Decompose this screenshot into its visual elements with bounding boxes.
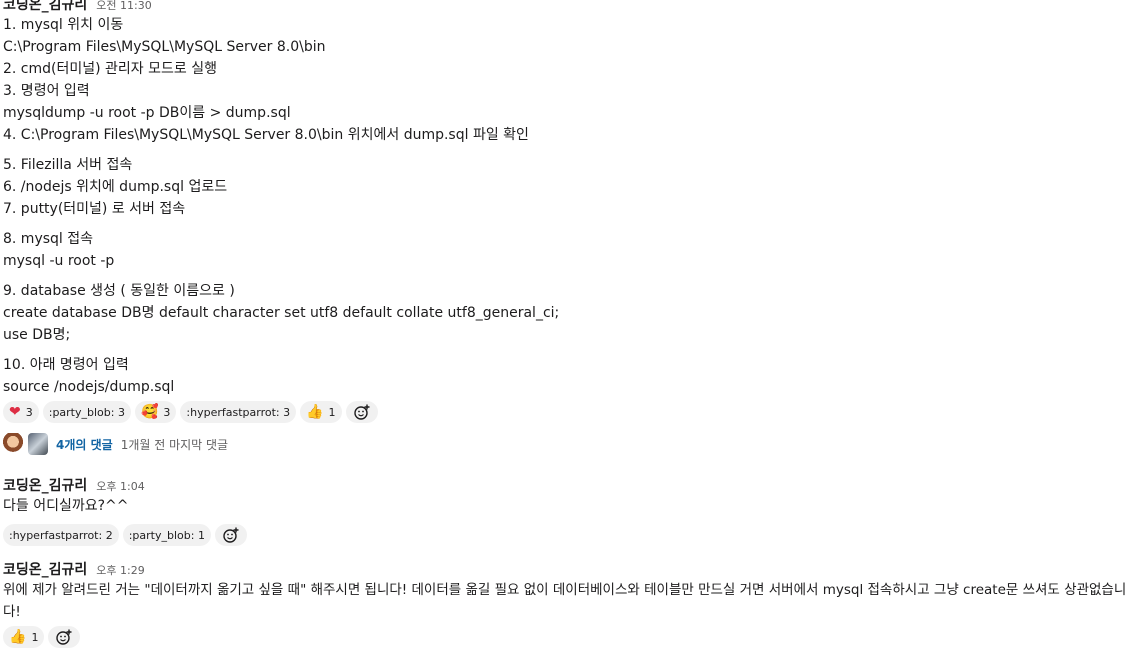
message-line: use DB명; (3, 327, 71, 343)
reaction-count: 1 (197, 528, 205, 542)
reaction-hyperfastparrot[interactable]: :hyperfastparrot: 3 (180, 401, 297, 423)
message-line: 9. database 생성 ( 동일한 이름으로 ) (3, 283, 235, 299)
message-text: 다들 어디실까요?^^ (3, 498, 129, 514)
message-header: 코딩온_김규리 오후 1:29 (3, 559, 1142, 579)
message-line: 1. mysql 위치 이동 (3, 17, 124, 33)
reaction-thumbs-up[interactable]: 👍 1 (3, 626, 45, 648)
reaction-count: 1 (328, 405, 336, 419)
heart-emoji: ❤ (9, 404, 21, 420)
add-emoji-icon (56, 629, 72, 645)
message-text: 위에 제가 알려드린 거는 "데이터까지 옮기고 싶을 때" 해주시면 됩니다!… (3, 582, 1127, 620)
message-line: 8. mysql 접속 (3, 231, 94, 247)
reaction-party-blob[interactable]: :party_blob: 3 (42, 401, 131, 423)
author-name[interactable]: 코딩온_김규리 (3, 475, 87, 495)
message-line: 7. putty(터미널) 로 서버 접속 (3, 201, 186, 217)
reaction-bar: 👍 1 (3, 626, 1142, 648)
message-line: mysql -u root -p (3, 253, 115, 269)
message-line: 5. Filezilla 서버 접속 (3, 157, 133, 173)
message-line: mysqldump -u root -p DB이름 > dump.sql (3, 105, 291, 121)
message-2: 코딩온_김규리 오후 1:04 다들 어디실까요?^^ :hyperfastpa… (3, 475, 1142, 546)
thread-replies-link[interactable]: 4개의 댓글 (56, 436, 113, 453)
reaction-count: 3 (25, 405, 33, 419)
thumbs-up-emoji: 👍 (306, 404, 324, 420)
message-header: 코딩온_김규리 오후 1:04 (3, 475, 1142, 495)
reaction-bar: ❤ 3 :party_blob: 3 🥰 3 :hyperfastparrot:… (3, 401, 1142, 423)
add-reaction-button[interactable] (48, 626, 81, 648)
reaction-label: :hyperfastparrot: (9, 528, 103, 542)
add-reaction-button[interactable] (214, 524, 247, 546)
reaction-count: 2 (105, 528, 113, 542)
author-name[interactable]: 코딩온_김규리 (3, 559, 87, 579)
thread-summary[interactable]: 4개의 댓글 1개월 전 마지막 댓글 (3, 431, 1142, 457)
message-header: 코딩온_김규리 오전 11:30 (3, 0, 1142, 14)
reaction-count: 3 (163, 405, 171, 419)
add-reaction-button[interactable] (345, 401, 378, 423)
author-name[interactable]: 코딩온_김규리 (3, 0, 87, 14)
reaction-count: 3 (283, 405, 291, 419)
reaction-smiling-face-hearts[interactable]: 🥰 3 (134, 401, 177, 423)
timestamp[interactable]: 오후 1:29 (96, 562, 144, 578)
thumbs-up-emoji: 👍 (9, 629, 27, 645)
avatar (28, 433, 48, 455)
thread-last-reply: 1개월 전 마지막 댓글 (120, 437, 229, 452)
timestamp[interactable]: 오후 1:04 (96, 478, 144, 494)
message-line: 4. C:\Program Files\MySQL\MySQL Server 8… (3, 127, 529, 143)
message-line: source /nodejs/dump.sql (3, 379, 175, 395)
avatar (3, 433, 23, 455)
message-3: 코딩온_김규리 오후 1:29 위에 제가 알려드린 거는 "데이터까지 옮기고… (3, 559, 1142, 648)
reaction-label: :hyperfastparrot: (186, 405, 280, 419)
reaction-label: :party_blob: (128, 528, 195, 542)
message-line: 10. 아래 명령어 입력 (3, 357, 129, 373)
timestamp[interactable]: 오전 11:30 (96, 0, 151, 13)
reaction-party-blob[interactable]: :party_blob: 1 (122, 524, 211, 546)
reaction-count: 1 (31, 630, 39, 644)
message-line: 6. /nodejs 위치에 dump.sql 업로드 (3, 179, 228, 195)
reaction-hyperfastparrot[interactable]: :hyperfastparrot: 2 (3, 524, 119, 546)
add-emoji-icon (353, 404, 370, 420)
message-line: 3. 명령어 입력 (3, 83, 90, 99)
message-line: create database DB명 default character se… (3, 305, 560, 321)
reaction-label: :party_blob: (48, 405, 115, 419)
reaction-bar: :hyperfastparrot: 2 :party_blob: 1 (3, 524, 1142, 546)
reaction-count: 3 (117, 405, 125, 419)
reaction-heart[interactable]: ❤ 3 (3, 401, 39, 423)
message-line: 2. cmd(터미널) 관리자 모드로 실행 (3, 61, 217, 77)
message-line: C:\Program Files\MySQL\MySQL Server 8.0\… (3, 39, 326, 55)
message-1: 코딩온_김규리 오전 11:30 1. mysql 위치 이동 C:\Progr… (3, 0, 1142, 457)
add-emoji-icon (223, 527, 239, 543)
reaction-thumbs-up[interactable]: 👍 1 (300, 401, 342, 423)
smiling-face-hearts-emoji: 🥰 (140, 404, 159, 420)
